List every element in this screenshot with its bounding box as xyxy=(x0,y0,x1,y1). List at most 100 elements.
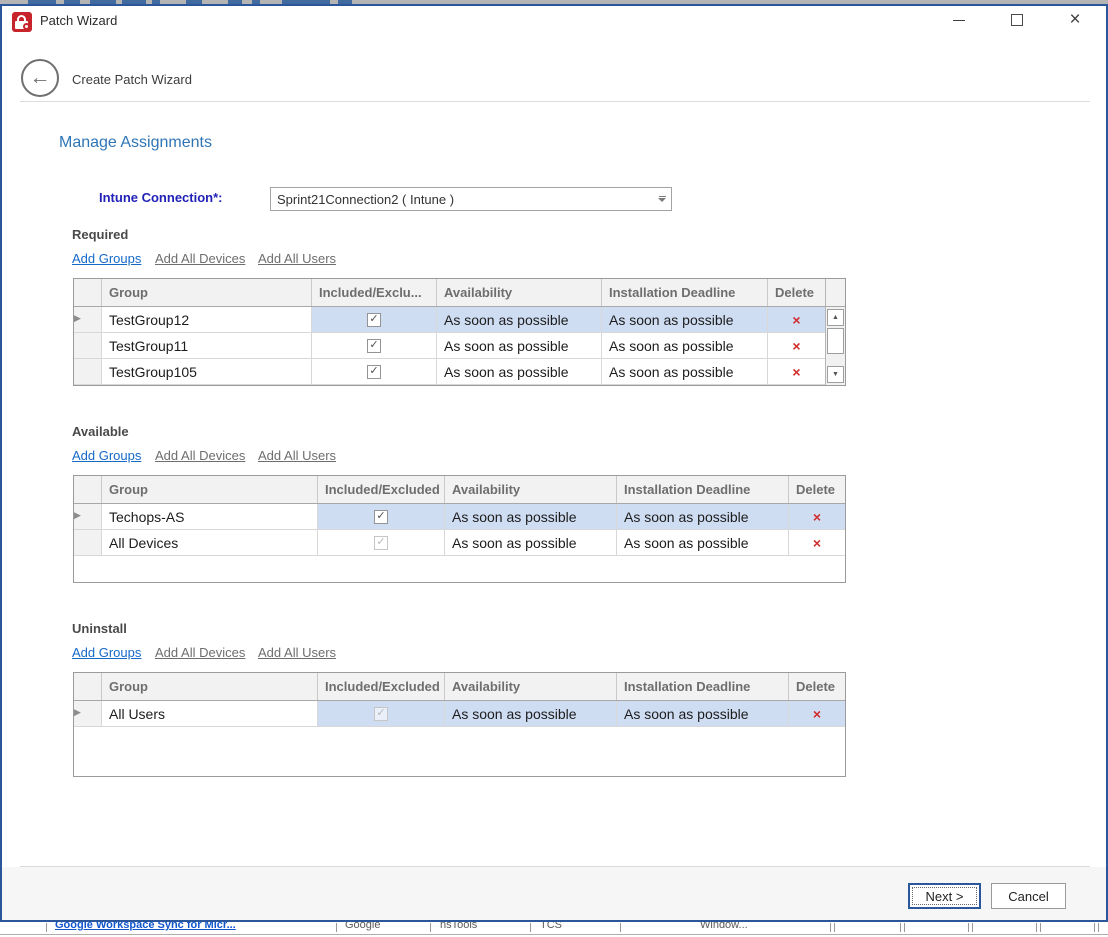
add-all-users-link[interactable]: Add All Users xyxy=(258,645,336,660)
delete-icon[interactable]: × xyxy=(792,313,800,327)
column-header-deadline[interactable]: Installation Deadline xyxy=(617,476,789,503)
availability-cell[interactable]: As soon as possible xyxy=(437,307,602,332)
cancel-button[interactable]: Cancel xyxy=(991,883,1066,909)
included-cell[interactable]: ✓ xyxy=(318,530,445,555)
group-cell[interactable]: All Users xyxy=(102,701,318,726)
available-links: Add Groups Add All Devices Add All Users xyxy=(0,448,1108,464)
row-selector-cell[interactable] xyxy=(74,359,102,384)
column-header-included[interactable]: Included/Excluded xyxy=(318,673,445,700)
vertical-scrollbar[interactable]: ▲▼ xyxy=(825,279,845,385)
back-arrow-icon: ← xyxy=(30,66,51,90)
add-all-devices-link[interactable]: Add All Devices xyxy=(155,251,245,266)
row-selector-cell[interactable] xyxy=(74,333,102,358)
included-checkbox: ✓ xyxy=(374,536,388,550)
delete-cell[interactable]: × xyxy=(768,359,825,384)
column-header-delete[interactable]: Delete xyxy=(768,279,825,306)
row-selector-cell[interactable]: ▶ xyxy=(74,504,102,529)
column-header-group[interactable]: Group xyxy=(102,279,312,306)
table-row[interactable]: ▶Techops-AS ✓ As soon as possibleAs soon a… xyxy=(74,504,845,530)
deadline-cell[interactable]: As soon as possible xyxy=(602,359,768,384)
back-button[interactable]: ← xyxy=(21,59,59,97)
column-header-included[interactable]: Included/Excluded xyxy=(318,476,445,503)
group-cell[interactable]: Techops-AS xyxy=(102,504,318,529)
delete-cell[interactable]: × xyxy=(789,701,845,726)
table-header-row: GroupIncluded/Exclu...AvailabilityInstal… xyxy=(74,279,845,307)
table-row[interactable]: ▶TestGroup12 ✓ As soon as possibleAs soon … xyxy=(74,307,845,333)
intune-connection-dropdown[interactable]: Sprint21Connection2 ( Intune ) xyxy=(270,187,672,211)
table-row[interactable]: ▶All Users✓As soon as possibleAs soon as… xyxy=(74,701,845,727)
table-header-row: GroupIncluded/ExcludedAvailabilityInstal… xyxy=(74,476,845,504)
column-header-availability[interactable]: Availability xyxy=(445,476,617,503)
required-table: GroupIncluded/Exclu...AvailabilityInstal… xyxy=(73,278,846,386)
included-cell[interactable]: ✓ xyxy=(312,307,437,332)
group-cell[interactable]: All Devices xyxy=(102,530,318,555)
included-checkbox[interactable]: ✓ xyxy=(367,365,381,379)
delete-cell[interactable]: × xyxy=(768,307,825,332)
group-cell[interactable]: TestGroup12 xyxy=(102,307,312,332)
group-cell[interactable]: TestGroup11 xyxy=(102,333,312,358)
add-all-users-link[interactable]: Add All Users xyxy=(258,448,336,463)
availability-cell[interactable]: As soon as possible xyxy=(445,504,617,529)
deadline-cell[interactable]: As soon as possible xyxy=(617,504,789,529)
column-header-deadline[interactable]: Installation Deadline xyxy=(617,673,789,700)
column-header-availability[interactable]: Availability xyxy=(437,279,602,306)
add-all-devices-link[interactable]: Add All Devices xyxy=(155,448,245,463)
included-cell[interactable]: ✓ xyxy=(312,333,437,358)
deadline-cell[interactable]: As soon as possible xyxy=(602,307,768,332)
close-button[interactable]: × xyxy=(1058,8,1092,32)
included-checkbox[interactable]: ✓ xyxy=(367,339,381,353)
availability-cell[interactable]: As soon as possible xyxy=(445,701,617,726)
add-groups-link[interactable]: Add Groups xyxy=(72,251,141,266)
scroll-down-button[interactable]: ▼ xyxy=(827,366,844,383)
column-header-group[interactable]: Group xyxy=(102,673,318,700)
scrollbar-thumb[interactable] xyxy=(827,328,844,354)
row-selector-cell[interactable]: ▶ xyxy=(74,307,102,332)
column-header-delete[interactable]: Delete xyxy=(789,673,845,700)
scroll-up-button[interactable]: ▲ xyxy=(827,309,844,326)
column-header-delete[interactable]: Delete xyxy=(789,476,845,503)
table-row[interactable]: All Devices ✓ As soon as possibleAs soon a… xyxy=(74,530,845,556)
page-title: Manage Assignments xyxy=(59,134,212,152)
deadline-cell[interactable]: As soon as possible xyxy=(602,333,768,358)
included-cell[interactable]: ✓ xyxy=(318,701,445,726)
current-row-arrow-icon: ▶ xyxy=(74,708,101,717)
maximize-button[interactable] xyxy=(1000,8,1034,32)
window-title: Patch Wizard xyxy=(40,13,117,28)
add-all-users-link[interactable]: Add All Users xyxy=(258,251,336,266)
delete-icon[interactable]: × xyxy=(813,510,821,524)
delete-icon[interactable]: × xyxy=(813,707,821,721)
included-cell[interactable]: ✓ xyxy=(318,504,445,529)
availability-cell[interactable]: As soon as possible xyxy=(437,359,602,384)
deadline-cell[interactable]: As soon as possible xyxy=(617,701,789,726)
row-selector-cell[interactable] xyxy=(74,530,102,555)
delete-icon[interactable]: × xyxy=(813,536,821,550)
minimize-button[interactable] xyxy=(942,8,976,32)
delete-icon[interactable]: × xyxy=(792,365,800,379)
add-groups-link[interactable]: Add Groups xyxy=(72,645,141,660)
availability-cell[interactable]: As soon as possible xyxy=(437,333,602,358)
column-header-included[interactable]: Included/Exclu... xyxy=(312,279,437,306)
table-row[interactable]: TestGroup11 ✓ As soon as possibleAs soon a… xyxy=(74,333,845,359)
column-header-deadline[interactable]: Installation Deadline xyxy=(602,279,768,306)
included-checkbox[interactable]: ✓ xyxy=(367,313,381,327)
included-checkbox[interactable]: ✓ xyxy=(374,510,388,524)
current-row-arrow-icon: ▶ xyxy=(74,511,101,520)
row-selector-header xyxy=(74,279,102,306)
row-selector-cell[interactable]: ▶ xyxy=(74,701,102,726)
delete-cell[interactable]: × xyxy=(789,504,845,529)
app-lock-icon xyxy=(12,12,32,32)
deadline-cell[interactable]: As soon as possible xyxy=(617,530,789,555)
delete-cell[interactable]: × xyxy=(789,530,845,555)
column-header-group[interactable]: Group xyxy=(102,476,318,503)
delete-icon[interactable]: × xyxy=(792,339,800,353)
availability-cell[interactable]: As soon as possible xyxy=(445,530,617,555)
next-button[interactable]: Next > xyxy=(908,883,981,909)
delete-cell[interactable]: × xyxy=(768,333,825,358)
add-groups-link[interactable]: Add Groups xyxy=(72,448,141,463)
column-header-availability[interactable]: Availability xyxy=(445,673,617,700)
group-cell[interactable]: TestGroup105 xyxy=(102,359,312,384)
chevron-down-icon[interactable] xyxy=(653,196,671,202)
included-cell[interactable]: ✓ xyxy=(312,359,437,384)
add-all-devices-link[interactable]: Add All Devices xyxy=(155,645,245,660)
table-row[interactable]: TestGroup105 ✓ As soon as possibleAs soon … xyxy=(74,359,845,385)
